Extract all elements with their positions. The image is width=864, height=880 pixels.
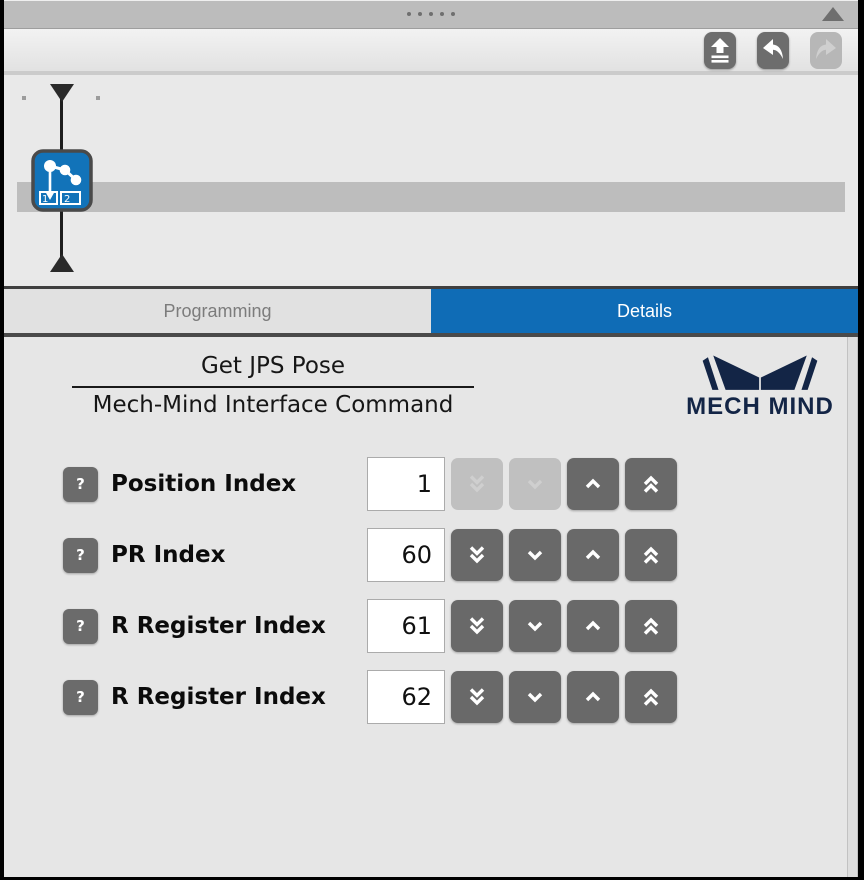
chevron-down-icon [519,610,551,642]
chevron-down-icon [519,539,551,571]
param-label: PR Index [111,542,367,568]
tab-bar: Programming Details [4,286,858,337]
collapse-up-icon[interactable] [822,7,844,21]
drag-bar[interactable] [4,0,858,29]
fast-decrease-button[interactable] [451,600,503,652]
chevron-up-icon [577,468,609,500]
grid-dot [22,96,26,100]
double-chevron-up-icon [635,468,667,500]
chevron-up-icon [577,681,609,713]
export-button[interactable] [704,32,736,69]
drag-dot [440,12,444,16]
fast-decrease-button[interactable] [451,529,503,581]
param-label: R Register Index [111,684,367,710]
export-icon [708,36,732,64]
param-label: R Register Index [111,613,367,639]
drag-dot [429,12,433,16]
mech-mind-logo-text: MECH MIND [680,393,840,421]
redo-icon [812,36,840,64]
help-button[interactable]: ? [63,467,98,502]
fast-increase-button[interactable] [625,458,677,510]
decrease-button[interactable] [509,529,561,581]
details-panel: Get JPS Pose Mech-Mind Interface Command… [4,337,858,877]
param-value-input[interactable] [367,599,445,653]
program-canvas: 1 2 [4,75,858,286]
timeline-end-icon [50,254,74,272]
double-chevron-up-icon [635,610,667,642]
param-value-input[interactable] [367,670,445,724]
double-chevron-down-icon [461,610,493,642]
param-row-r-register-index-1: ? R Register Index [63,599,858,653]
param-label: Position Index [111,471,367,497]
parameter-rows: ? Position Index [4,457,858,724]
fast-increase-button[interactable] [625,671,677,723]
scrollbar-track[interactable] [847,337,858,877]
increase-button[interactable] [567,671,619,723]
double-chevron-up-icon [635,539,667,571]
fast-increase-button[interactable] [625,529,677,581]
param-value-input[interactable] [367,457,445,511]
details-header: Get JPS Pose Mech-Mind Interface Command… [4,337,858,421]
undo-icon [759,36,787,64]
fast-decrease-button[interactable] [451,458,503,510]
undo-button[interactable] [757,32,789,69]
help-button[interactable]: ? [63,538,98,573]
param-value-input[interactable] [367,528,445,582]
command-title-block: Get JPS Pose Mech-Mind Interface Command [72,353,474,421]
double-chevron-down-icon [461,468,493,500]
chevron-down-icon [519,468,551,500]
chevron-down-icon [519,681,551,713]
tab-programming[interactable]: Programming [4,289,431,333]
double-chevron-down-icon [461,681,493,713]
node-slot-2-label: 2 [64,194,70,205]
double-chevron-up-icon [635,681,667,713]
drag-dot [418,12,422,16]
param-row-position-index: ? Position Index [63,457,858,511]
decrease-button[interactable] [509,458,561,510]
drag-handle-icon[interactable] [407,12,455,16]
decrease-button[interactable] [509,671,561,723]
chevron-up-icon [577,539,609,571]
drag-dot [451,12,455,16]
redo-button[interactable] [810,32,842,69]
timeline-start-icon [50,84,74,102]
fast-decrease-button[interactable] [451,671,503,723]
grid-dot [96,96,100,100]
help-button[interactable]: ? [63,680,98,715]
toolbar [4,29,858,75]
increase-button[interactable] [567,458,619,510]
drag-dot [407,12,411,16]
param-row-pr-index: ? PR Index [63,528,858,582]
double-chevron-down-icon [461,539,493,571]
fast-increase-button[interactable] [625,600,677,652]
sequence-node[interactable]: 1 2 [31,149,93,212]
panel-window: 1 2 Programming Details Get JPS Pose Mec… [4,0,858,877]
chevron-up-icon [577,610,609,642]
command-title: Get JPS Pose [72,353,474,388]
mech-mind-logo-icon [685,353,835,395]
decrease-button[interactable] [509,600,561,652]
command-subtitle: Mech-Mind Interface Command [72,388,474,418]
increase-button[interactable] [567,600,619,652]
increase-button[interactable] [567,529,619,581]
tab-details[interactable]: Details [431,289,858,333]
help-button[interactable]: ? [63,609,98,644]
node-slot-1-label: 1 [42,194,48,205]
param-row-r-register-index-2: ? R Register Index [63,670,858,724]
mech-mind-logo: MECH MIND [680,353,840,421]
selected-row-highlight [17,182,845,212]
